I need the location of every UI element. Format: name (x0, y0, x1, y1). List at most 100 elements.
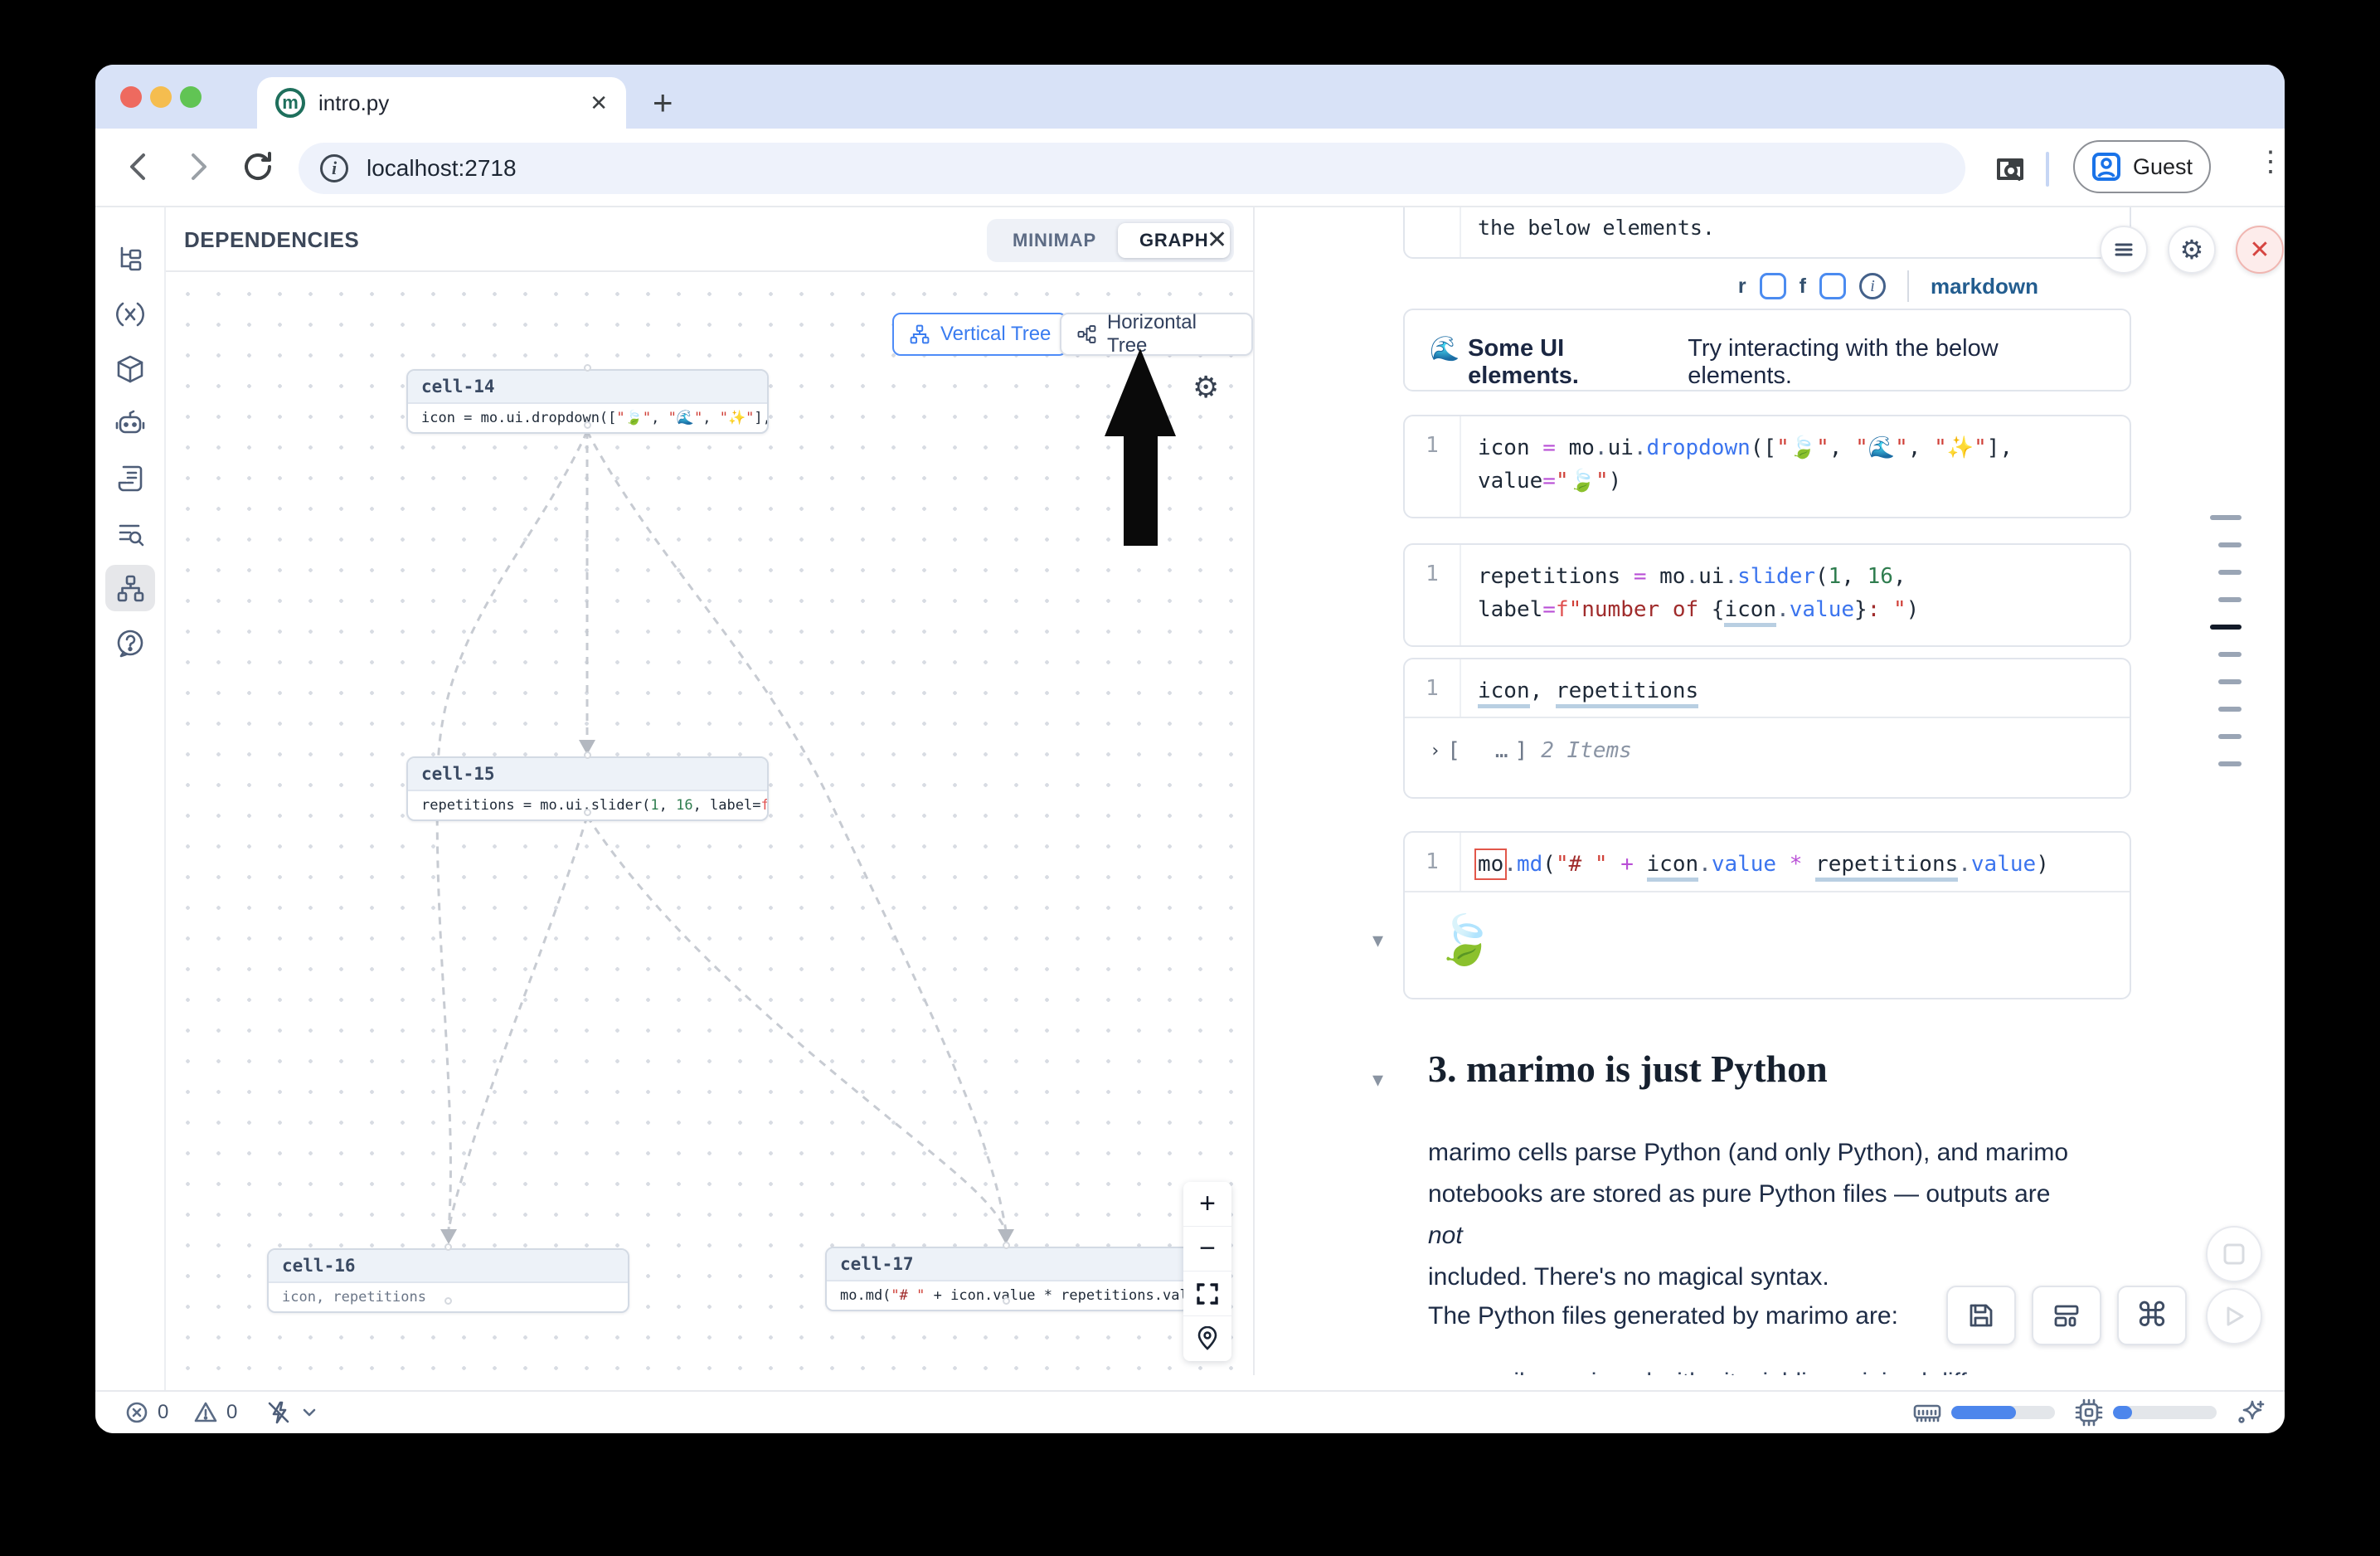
notebook-settings-button[interactable]: ⚙ (2168, 226, 2216, 274)
zoom-out-button[interactable]: − (1183, 1227, 1231, 1272)
window-minimize-button[interactable] (150, 86, 172, 108)
expander-icon[interactable]: › (1430, 741, 1440, 761)
close-icon: ✕ (2249, 236, 2270, 265)
minimap-cell-marker[interactable] (2218, 597, 2242, 602)
edge-cell15-cell16 (449, 816, 587, 1231)
fit-view-button[interactable] (1183, 1272, 1231, 1316)
node-port (584, 364, 591, 372)
browser-menu-icon[interactable]: ⋮ (2256, 145, 2285, 178)
errors-indicator[interactable]: 0 (124, 1392, 168, 1433)
vertical-tree-button[interactable]: Vertical Tree (892, 313, 1067, 356)
graph-zoom-controls: + − (1183, 1182, 1231, 1361)
code-cell-tuple[interactable]: 1 icon, repetitions › [ … ] 2 Items (1403, 658, 2131, 799)
zoom-in-button[interactable]: + (1183, 1182, 1231, 1227)
back-icon[interactable] (119, 147, 158, 187)
cell-minimap[interactable] (2210, 515, 2243, 772)
profile-avatar-icon (2091, 152, 2121, 182)
ram-progress-bar (1951, 1406, 2055, 1419)
sidebar-item-file-explorer[interactable] (105, 236, 155, 283)
command-icon: ⌘ (2135, 1296, 2169, 1335)
tab-search-icon[interactable] (1990, 148, 2030, 188)
window-zoom-button[interactable] (180, 86, 202, 108)
browser-tab-strip: m intro.py ✕ + (95, 65, 2285, 129)
minimap-cell-marker[interactable] (2218, 707, 2242, 712)
bracket-open: [ (1447, 738, 1460, 763)
node-title: cell-15 (408, 758, 767, 791)
tuple-output: › [ … ] 2 Items (1430, 738, 1632, 763)
minimap-cell-marker[interactable] (2218, 761, 2242, 766)
stop-button[interactable] (2206, 1226, 2262, 1282)
code-cell-markdown-expr[interactable]: 1 mo.md("# " + icon.value * repetitions.… (1403, 831, 2131, 999)
sidebar-item-help[interactable] (105, 620, 155, 666)
browser-tab[interactable]: m intro.py ✕ (257, 77, 626, 129)
code-line: label=f"number of {icon.value}: ") (1478, 593, 2121, 626)
minimap-cell-marker[interactable] (2218, 679, 2242, 684)
sidebar-item-packages[interactable] (105, 346, 155, 392)
shortcuts-button[interactable]: ⌘ (2117, 1286, 2187, 1345)
markdown-cell[interactable]: 1 ""🌊 Some UI elements.** Try interactin… (1403, 207, 2131, 259)
minimap-cell-marker[interactable] (2218, 570, 2242, 575)
url-bar[interactable]: i localhost:2718 (299, 143, 1965, 194)
notebook-menu-button[interactable] (2100, 226, 2148, 274)
r-toggle-checkbox[interactable] (1760, 273, 1786, 299)
save-button[interactable] (1946, 1286, 2016, 1345)
locate-button[interactable] (1183, 1316, 1231, 1361)
f-toggle-label: f (1800, 275, 1806, 299)
run-button[interactable] (2206, 1288, 2262, 1344)
sidebar-item-ai-assistant[interactable] (105, 401, 155, 447)
run-mode-indicator[interactable] (265, 1392, 318, 1433)
site-info-icon[interactable]: i (320, 154, 348, 182)
ai-assistant-button[interactable] (2235, 1392, 2266, 1433)
graph-settings-icon[interactable]: ⚙ (1192, 370, 1219, 405)
code-cell-slider[interactable]: 1 repetitions = mo.ui.slider(1, 16, labe… (1403, 543, 2131, 647)
notebook-pane: 1 ""🌊 Some UI elements.** Try interactin… (1256, 207, 2285, 1375)
node-title: cell-17 (827, 1248, 1188, 1281)
cpu-progress-bar (2113, 1406, 2217, 1419)
vertical-tree-label: Vertical Tree (940, 323, 1051, 346)
f-toggle-checkbox[interactable] (1819, 273, 1846, 299)
chevron-down-icon (300, 1403, 318, 1422)
edge-cell14-cell17 (587, 431, 1006, 1231)
minimap-cell-marker[interactable] (2218, 734, 2242, 739)
reload-icon[interactable] (238, 147, 278, 187)
minimap-cell-marker[interactable] (2218, 542, 2242, 547)
paragraph-line: notebooks are stored as pure Python file… (1428, 1174, 2091, 1257)
ram-usage (1911, 1392, 2055, 1433)
node-port (444, 1297, 452, 1305)
items-count-label: 2 Items (1541, 738, 1632, 763)
layout-button[interactable] (2032, 1286, 2101, 1345)
markdown-output: 🌊 Some UI elements. Try interacting with… (1403, 309, 2131, 391)
profile-name: Guest (2133, 154, 2193, 180)
sidebar-item-scratchpad[interactable] (105, 455, 155, 502)
arrowhead-cell16 (440, 1229, 457, 1244)
language-label[interactable]: markdown (1931, 274, 2038, 299)
info-icon[interactable]: i (1859, 273, 1886, 299)
ellipsis: … (1495, 738, 1508, 763)
sidebar-item-variables[interactable] (105, 291, 155, 338)
minimap-cell-marker[interactable] (2218, 652, 2242, 657)
new-tab-button[interactable]: + (653, 83, 673, 123)
warnings-indicator[interactable]: 0 (193, 1392, 237, 1433)
notebook-shutdown-button[interactable]: ✕ (2236, 226, 2284, 274)
window-close-button[interactable] (120, 86, 142, 108)
minimap-cell-marker[interactable] (2210, 515, 2242, 520)
sidebar-item-dependency-graph[interactable] (105, 565, 155, 611)
forward-icon[interactable] (178, 147, 218, 187)
code-cell-dropdown[interactable]: 1 icon = mo.ui.dropdown(["🍃", "🌊", "✨"],… (1403, 415, 2131, 518)
node-port (584, 809, 591, 816)
toggle-minimap[interactable]: MINIMAP (991, 223, 1118, 258)
node-port (444, 1243, 452, 1251)
tab-close-icon[interactable]: ✕ (590, 90, 608, 116)
collapse-output-icon[interactable]: ▾ (1372, 927, 1383, 953)
tab-title: intro.py (318, 90, 389, 116)
profile-button[interactable]: Guest (2073, 140, 2211, 193)
graph-canvas[interactable]: Vertical Tree Horizontal Tree ⚙ cell-14 … (166, 272, 1253, 1375)
minimap-cell-marker[interactable] (2210, 625, 2242, 630)
sidebar-item-logs[interactable] (105, 510, 155, 557)
status-bar: 0 0 (95, 1390, 2285, 1433)
panel-close-icon[interactable]: ✕ (1207, 226, 1227, 255)
annotation-arrow (1095, 347, 1186, 550)
list-intro: The Python files generated by marimo are… (1428, 1296, 1898, 1337)
collapse-section-icon[interactable]: ▾ (1372, 1067, 1383, 1092)
node-code: mo.md("# " + icon.value * repetitions.va… (827, 1281, 1188, 1310)
